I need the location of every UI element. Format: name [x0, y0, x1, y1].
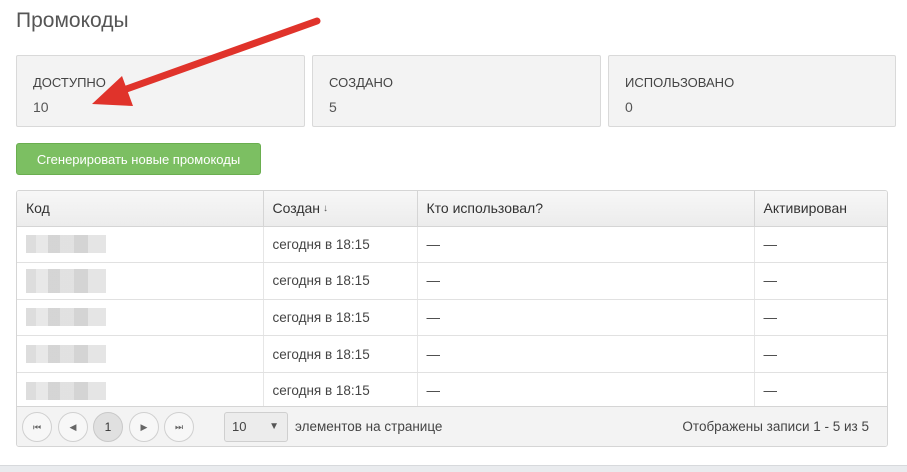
activated-cell: —	[753, 299, 887, 337]
activated-cell: —	[753, 335, 887, 373]
page-title: Промокоды	[16, 9, 129, 32]
code-cell	[17, 335, 263, 373]
promocodes-table: Код Создан ↓ Кто использовал? Активирован…	[17, 191, 887, 410]
redacted-code	[26, 235, 106, 254]
created-cell: сегодня в 18:15	[262, 226, 417, 264]
stat-value: 0	[625, 99, 633, 115]
column-header-activated[interactable]: Активирован	[753, 191, 887, 227]
page-size-value: 10	[232, 419, 247, 434]
promocodes-grid: Код Создан ↓ Кто использовал? Активирован…	[16, 190, 888, 447]
page-size-label: элементов на странице	[295, 419, 443, 434]
stat-used: ИСПОЛЬЗОВАНО 0	[608, 55, 896, 127]
stat-created: СОЗДАНО 5	[312, 55, 601, 127]
used-by-cell: —	[416, 226, 754, 264]
code-cell	[17, 226, 263, 264]
stat-label: СОЗДАНО	[329, 75, 394, 90]
stat-available: ДОСТУПНО 10	[16, 55, 305, 127]
next-page-icon[interactable]: ▶	[129, 412, 159, 442]
stat-value: 10	[33, 99, 49, 115]
sort-arrow-down-icon: ↓	[323, 203, 329, 215]
table-row[interactable]: сегодня в 18:15 — —	[17, 262, 887, 300]
records-info: Отображены записи 1 - 5 из 5	[682, 419, 869, 434]
prev-page-icon[interactable]: ◀	[58, 412, 88, 442]
code-cell	[17, 299, 263, 337]
column-header-label: Код	[26, 200, 50, 217]
table-row[interactable]: сегодня в 18:15 — —	[17, 335, 887, 373]
page-size-select[interactable]: 10 ▼	[224, 412, 288, 442]
used-by-cell: —	[416, 372, 754, 410]
activated-cell: —	[753, 262, 887, 300]
created-cell: сегодня в 18:15	[262, 299, 417, 337]
stat-label: ИСПОЛЬЗОВАНО	[625, 75, 735, 90]
redacted-code	[26, 268, 106, 293]
stat-value: 5	[329, 99, 337, 115]
activated-cell: —	[753, 372, 887, 410]
column-header-code[interactable]: Код	[17, 191, 263, 227]
page-number-button[interactable]: 1	[93, 412, 123, 442]
column-header-created[interactable]: Создан ↓	[262, 191, 417, 227]
last-page-icon[interactable]: ⏭	[164, 412, 194, 442]
code-cell	[17, 262, 263, 300]
redacted-code	[26, 308, 106, 327]
pager-bar: ⏮ ◀ 1 ▶ ⏭ 10 ▼ элементов на странице Ото…	[17, 406, 887, 446]
first-page-icon[interactable]: ⏮	[22, 412, 52, 442]
created-cell: сегодня в 18:15	[262, 262, 417, 300]
stats-row: ДОСТУПНО 10 СОЗДАНО 5 ИСПОЛЬЗОВАНО 0	[16, 55, 896, 127]
generate-promocodes-button[interactable]: Сгенерировать новые промокоды	[16, 143, 261, 175]
table-row[interactable]: сегодня в 18:15 — —	[17, 299, 887, 337]
column-header-label: Активирован	[763, 200, 847, 217]
column-header-used-by[interactable]: Кто использовал?	[416, 191, 754, 227]
promocodes-panel: Промокоды ДОСТУПНО 10 СОЗДАНО 5 ИСПОЛЬЗО…	[0, 0, 907, 466]
created-cell: сегодня в 18:15	[262, 335, 417, 373]
redacted-code	[26, 345, 106, 364]
column-header-label: Кто использовал?	[426, 200, 544, 217]
stat-label: ДОСТУПНО	[33, 75, 106, 90]
used-by-cell: —	[416, 335, 754, 373]
created-cell: сегодня в 18:15	[262, 372, 417, 410]
code-cell	[17, 372, 263, 410]
table-row[interactable]: сегодня в 18:15 — —	[17, 372, 887, 410]
used-by-cell: —	[416, 299, 754, 337]
activated-cell: —	[753, 226, 887, 264]
used-by-cell: —	[416, 262, 754, 300]
redacted-code	[26, 381, 106, 400]
column-header-label: Создан	[272, 200, 321, 217]
chevron-down-icon: ▼	[269, 421, 279, 432]
table-row[interactable]: сегодня в 18:15 — —	[17, 226, 887, 264]
